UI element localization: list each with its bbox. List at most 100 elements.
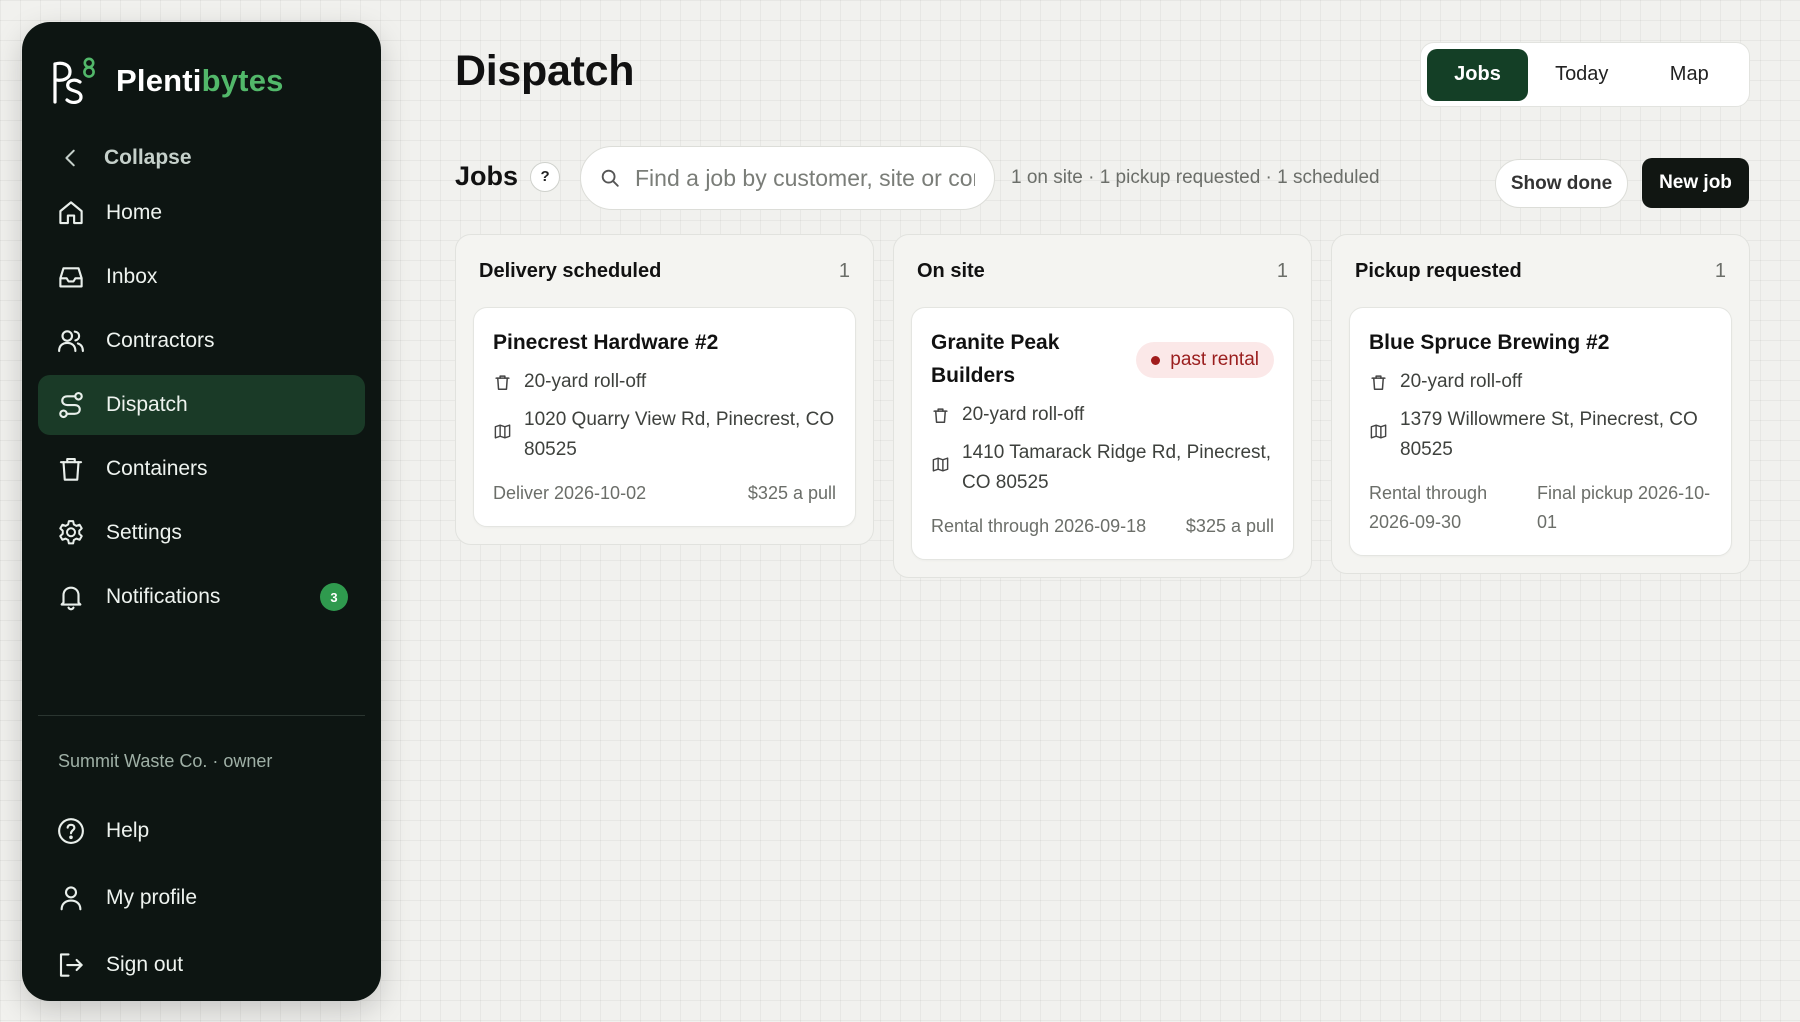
job-card-footer: Rental through 2026-09-18 $325 a pull [931, 512, 1274, 541]
sidebar-nav: Home Inbox Contractors Dispatch Containe… [38, 183, 365, 631]
plentibytes-logo-icon [53, 57, 95, 104]
inbox-icon [59, 267, 83, 288]
view-switcher: Jobs Today Map [1420, 42, 1750, 107]
users-icon [58, 330, 84, 353]
sidebar-item-label: Contractors [106, 329, 215, 352]
sidebar-item-contractors[interactable]: Contractors [38, 311, 365, 371]
column-title: Delivery scheduled [479, 259, 662, 282]
sign-out-icon [59, 953, 83, 977]
column-pickup-requested: Pickup requested 1 Blue Spruce Brewing #… [1331, 234, 1750, 574]
sidebar-item-settings[interactable]: Settings [38, 503, 365, 563]
tab-today[interactable]: Today [1528, 49, 1636, 101]
route-icon [59, 391, 83, 419]
job-date: Rental through 2026-09-18 [931, 516, 1147, 536]
tab-map[interactable]: Map [1636, 49, 1744, 101]
job-address: 1020 Quarry View Rd, Pinecrest, CO 80525 [493, 405, 836, 465]
column-count: 1 [1276, 259, 1288, 282]
sidebar-item-label: Notifications [106, 585, 221, 608]
job-card-header: Granite Peak Builders past rental [931, 326, 1274, 392]
trash-icon [59, 457, 83, 481]
sidebar: Plentibytes Collapse Home Inbox Contract… [22, 22, 381, 1001]
column-title: On site [917, 259, 985, 282]
brand[interactable]: Plentibytes [50, 56, 284, 106]
job-container-type: 20-yard roll-off [962, 404, 1085, 425]
sidebar-item-home[interactable]: Home [38, 183, 365, 243]
jobs-help-button[interactable]: ? [530, 161, 561, 192]
column-title: Pickup requested [1355, 259, 1522, 282]
sidebar-item-label: Dispatch [106, 393, 188, 416]
job-address: 1410 Tamarack Ridge Rd, Pinecrest, CO 80… [931, 438, 1274, 498]
sidebar-item-inbox[interactable]: Inbox [38, 247, 365, 307]
brand-name-prefix: Plenti [116, 63, 202, 98]
job-container: 20-yard roll-off [493, 367, 836, 397]
column-on-site: On site 1 Granite Peak Builders past ren… [893, 234, 1312, 578]
status-dot-icon [1151, 355, 1161, 365]
column-header: Delivery scheduled 1 [473, 235, 856, 307]
tab-jobs[interactable]: Jobs [1427, 48, 1528, 101]
jobs-summary: 1 on site · 1 pickup requested · 1 sched… [1011, 167, 1380, 188]
trash-icon [933, 408, 948, 423]
job-container-type: 20-yard roll-off [524, 371, 647, 392]
job-card-footer: Deliver 2026-10-02 $325 a pull [493, 479, 836, 508]
notifications-count-badge: 3 [320, 583, 348, 611]
column-delivery-scheduled: Delivery scheduled 1 Pinecrest Hardware … [455, 234, 874, 545]
brand-name-suffix: bytes [201, 63, 284, 98]
search-input[interactable] [635, 164, 975, 192]
status-badge-label: past rental [1170, 349, 1259, 370]
job-card[interactable]: Blue Spruce Brewing #2 20-yard roll-off … [1349, 307, 1732, 556]
job-address-text: 1020 Quarry View Rd, Pinecrest, CO 80525 [524, 409, 835, 460]
job-customer-name: Blue Spruce Brewing #2 [1369, 331, 1610, 354]
sidebar-item-help[interactable]: Help [38, 800, 365, 862]
column-count: 1 [838, 259, 850, 282]
job-card-footer: Rental through 2026-09-30 Final pickup 2… [1369, 479, 1712, 537]
show-done-button[interactable]: Show done [1495, 159, 1628, 208]
job-address: 1379 Willowmere St, Pinecrest, CO 80525 [1369, 405, 1712, 465]
sidebar-item-label: Settings [106, 521, 182, 544]
sidebar-item-dispatch[interactable]: Dispatch [38, 375, 365, 435]
organization-role: Summit Waste Co. · owner [58, 751, 273, 771]
job-final-pickup: Final pickup 2026-10-01 [1537, 483, 1711, 532]
map-icon [494, 424, 511, 439]
new-job-button[interactable]: New job [1642, 158, 1749, 208]
chevron-left-icon [65, 149, 75, 167]
sidebar-divider [38, 715, 365, 716]
column-header: On site 1 [911, 235, 1294, 307]
collapse-label: Collapse [104, 146, 192, 169]
sidebar-item-notifications[interactable]: Notifications 3 [38, 567, 365, 627]
user-icon [60, 886, 82, 911]
job-customer-name: Granite Peak Builders [931, 331, 1060, 387]
column-header: Pickup requested 1 [1349, 235, 1732, 307]
sidebar-item-label: Inbox [106, 265, 158, 288]
sidebar-item-label: Help [106, 819, 150, 842]
gear-icon [59, 520, 83, 545]
sidebar-item-label: Sign out [106, 953, 184, 976]
sidebar-item-label: My profile [106, 886, 198, 909]
job-container-type: 20-yard roll-off [1400, 371, 1523, 392]
job-container: 20-yard roll-off [1369, 367, 1712, 397]
sidebar-item-my-profile[interactable]: My profile [38, 867, 365, 929]
sidebar-item-containers[interactable]: Containers [38, 439, 365, 499]
collapse-button[interactable]: Collapse [60, 146, 192, 170]
job-address-text: 1410 Tamarack Ridge Rd, Pinecrest, CO 80… [962, 442, 1272, 493]
job-customer-name: Pinecrest Hardware #2 [493, 331, 719, 354]
trash-icon [495, 375, 510, 390]
job-price: $325 a pull [1185, 516, 1274, 536]
sidebar-item-sign-out[interactable]: Sign out [38, 934, 365, 996]
job-card-header: Pinecrest Hardware #2 [493, 326, 836, 359]
sidebar-item-label: Containers [106, 457, 208, 480]
status-badge: past rental [1136, 342, 1274, 378]
job-card[interactable]: Pinecrest Hardware #2 20-yard roll-off 1… [473, 307, 856, 527]
job-card[interactable]: Granite Peak Builders past rental 20-yar… [911, 307, 1294, 560]
job-price: $325 a pull [747, 483, 836, 503]
column-count: 1 [1714, 259, 1726, 282]
brand-name: Plentibytes [116, 63, 284, 99]
sidebar-bottom-nav: Help My profile Sign out [38, 800, 365, 1001]
job-container: 20-yard roll-off [931, 400, 1274, 430]
job-date: Deliver 2026-10-02 [493, 483, 647, 503]
help-circle-icon [58, 818, 84, 844]
job-card-header: Blue Spruce Brewing #2 [1369, 326, 1712, 359]
map-icon [932, 457, 949, 472]
jobs-section-title: Jobs [455, 161, 519, 191]
job-rental-end: Rental through 2026-09-30 [1369, 483, 1488, 532]
trash-icon [1371, 375, 1386, 390]
